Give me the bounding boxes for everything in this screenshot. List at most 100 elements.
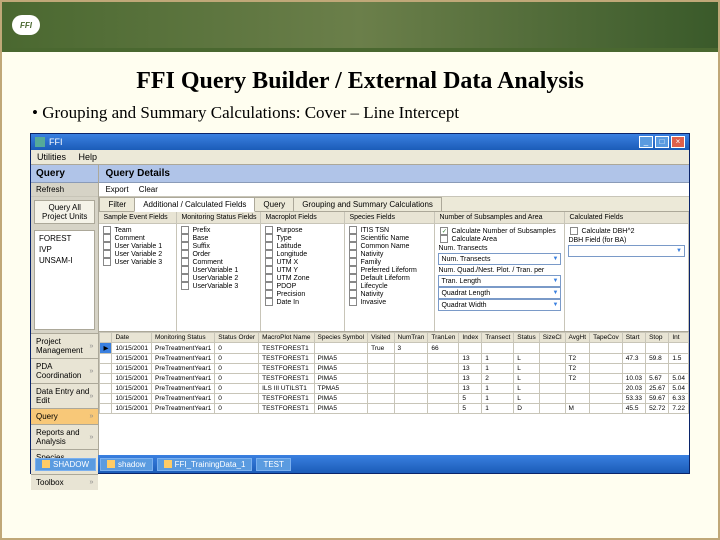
unit-unsam[interactable]: UNSAM-I <box>37 255 92 266</box>
checkbox[interactable] <box>349 226 357 234</box>
grid-header[interactable]: NumTran <box>394 333 428 343</box>
field-checkbox-row[interactable]: Type <box>263 234 342 242</box>
chk-calc-area[interactable] <box>440 235 448 243</box>
field-checkbox-row[interactable]: UTM X <box>263 258 342 266</box>
menu-help[interactable]: Help <box>79 152 98 162</box>
checkbox[interactable] <box>349 282 357 290</box>
grid-header[interactable]: Stop <box>646 333 669 343</box>
table-row[interactable]: 10/15/2001PreTreatmentYear10TESTFOREST1P… <box>100 364 689 374</box>
sel-dbh-field[interactable]: ▼ <box>568 245 685 257</box>
results-grid[interactable]: DateMonitoring StatusStatus OrderMacroPl… <box>99 332 689 455</box>
checkbox[interactable] <box>349 234 357 242</box>
field-checkbox-row[interactable]: Longitude <box>263 250 342 258</box>
checkbox[interactable] <box>265 242 273 250</box>
task-shadow[interactable]: SHADOW <box>35 458 96 471</box>
field-checkbox-row[interactable]: Base <box>179 234 258 242</box>
sel-num-transects[interactable]: Num. Transects▼ <box>438 253 561 265</box>
checkbox[interactable] <box>103 226 111 234</box>
field-checkbox-row[interactable]: PDOP <box>263 282 342 290</box>
nav-query[interactable]: Query» <box>31 408 98 424</box>
grid-header[interactable]: TranLen <box>428 333 459 343</box>
table-row[interactable]: 10/15/2001PreTreatmentYear10TESTFOREST1P… <box>100 354 689 364</box>
field-checkbox-row[interactable]: UTM Zone <box>263 274 342 282</box>
field-checkbox-row[interactable]: UTM Y <box>263 266 342 274</box>
grid-header[interactable]: Int <box>669 333 689 343</box>
sel-quadrat-length[interactable]: Quadrat Length▼ <box>438 287 561 299</box>
checkbox[interactable] <box>103 234 111 242</box>
unit-forest[interactable]: FOREST <box>37 233 92 244</box>
project-units-list[interactable]: FOREST IVP UNSAM-I <box>34 230 95 330</box>
grid-header[interactable]: AvgHt <box>565 333 590 343</box>
nav-data-entry[interactable]: Data Entry and Edit» <box>31 383 98 408</box>
checkbox[interactable] <box>103 242 111 250</box>
grid-header[interactable]: Species Symbol <box>314 333 368 343</box>
checkbox[interactable] <box>181 258 189 266</box>
nav-project-management[interactable]: Project Management» <box>31 333 98 358</box>
close-button[interactable]: × <box>671 136 685 148</box>
field-checkbox-row[interactable]: Invasive <box>347 298 432 306</box>
checkbox[interactable] <box>265 266 273 274</box>
tab-filter[interactable]: Filter <box>99 197 135 211</box>
checkbox[interactable] <box>265 234 273 242</box>
field-checkbox-row[interactable]: Latitude <box>263 242 342 250</box>
nav-reports[interactable]: Reports and Analysis» <box>31 424 98 449</box>
checkbox[interactable] <box>181 282 189 290</box>
field-checkbox-row[interactable]: Comment <box>179 258 258 266</box>
maximize-button[interactable]: □ <box>655 136 669 148</box>
grid-header[interactable]: Visited <box>368 333 394 343</box>
clear-button[interactable]: Clear <box>139 185 158 194</box>
checkbox[interactable] <box>181 274 189 282</box>
field-checkbox-row[interactable]: Common Name <box>347 242 432 250</box>
sidebar-refresh[interactable]: Refresh <box>31 183 98 197</box>
table-row[interactable]: 10/15/2001PreTreatmentYear10TESTFOREST1P… <box>100 404 689 414</box>
grid-header[interactable]: Start <box>622 333 645 343</box>
checkbox[interactable] <box>265 290 273 298</box>
grid-header[interactable]: Status <box>514 333 539 343</box>
checkbox[interactable] <box>181 250 189 258</box>
task-shadow2[interactable]: shadow <box>100 458 153 471</box>
checkbox[interactable] <box>349 290 357 298</box>
field-checkbox-row[interactable]: Nativity <box>347 250 432 258</box>
checkbox[interactable] <box>349 250 357 258</box>
table-row[interactable]: ▶10/15/2001PreTreatmentYear10TESTFOREST1… <box>100 343 689 354</box>
table-row[interactable]: 10/15/2001PreTreatmentYear10ILS III UTIL… <box>100 384 689 394</box>
nav-pda-coordination[interactable]: PDA Coordination» <box>31 358 98 383</box>
field-checkbox-row[interactable]: Lifecycle <box>347 282 432 290</box>
field-checkbox-row[interactable]: Date In <box>263 298 342 306</box>
grid-header[interactable]: Status Order <box>215 333 259 343</box>
grid-header[interactable]: SizeCl <box>539 333 565 343</box>
field-checkbox-row[interactable]: Order <box>179 250 258 258</box>
field-checkbox-row[interactable]: Comment <box>101 234 174 242</box>
field-checkbox-row[interactable]: Family <box>347 258 432 266</box>
field-checkbox-row[interactable]: UserVariable 3 <box>179 282 258 290</box>
unit-ivp[interactable]: IVP <box>37 244 92 255</box>
checkbox[interactable] <box>265 250 273 258</box>
field-checkbox-row[interactable]: Team <box>101 226 174 234</box>
export-button[interactable]: Export <box>105 185 128 194</box>
menu-utilities[interactable]: Utilities <box>37 152 66 162</box>
field-checkbox-row[interactable]: Prefix <box>179 226 258 234</box>
checkbox[interactable] <box>265 282 273 290</box>
field-checkbox-row[interactable]: Preferred Lifeform <box>347 266 432 274</box>
field-checkbox-row[interactable]: Precision <box>263 290 342 298</box>
checkbox[interactable] <box>265 226 273 234</box>
chk-calc-dbh2[interactable] <box>570 227 578 235</box>
task-training-data[interactable]: FFI_TrainingData_1 <box>157 458 253 471</box>
grid-header[interactable]: Monitoring Status <box>151 333 214 343</box>
checkbox[interactable] <box>349 298 357 306</box>
task-test[interactable]: TEST <box>256 458 290 471</box>
nav-toolbox[interactable]: Toolbox» <box>31 474 98 490</box>
table-row[interactable]: 10/15/2001PreTreatmentYear10TESTFOREST1P… <box>100 374 689 384</box>
sel-quadrat-width[interactable]: Quadrat Width▼ <box>438 299 561 311</box>
checkbox[interactable] <box>265 258 273 266</box>
checkbox[interactable] <box>181 234 189 242</box>
field-checkbox-row[interactable]: Default Lifeform <box>347 274 432 282</box>
checkbox[interactable] <box>103 258 111 266</box>
table-row[interactable]: 10/15/2001PreTreatmentYear10TESTFOREST1P… <box>100 394 689 404</box>
checkbox[interactable] <box>181 226 189 234</box>
field-checkbox-row[interactable]: ITIS TSN <box>347 226 432 234</box>
grid-header[interactable]: TapeCov <box>590 333 623 343</box>
minimize-button[interactable]: _ <box>639 136 653 148</box>
checkbox[interactable] <box>181 242 189 250</box>
grid-header[interactable] <box>100 333 112 343</box>
